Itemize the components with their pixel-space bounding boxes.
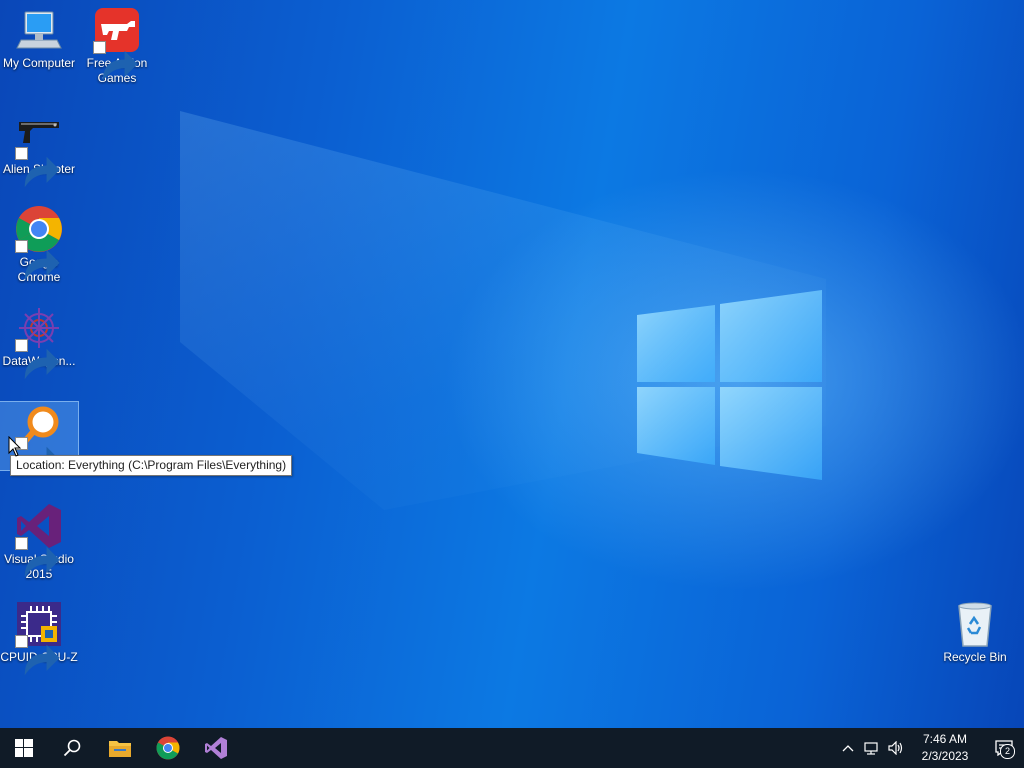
mouse-cursor-icon: [8, 436, 22, 457]
shortcut-arrow-icon: [15, 339, 60, 380]
recycle-bin-icon: [951, 600, 999, 648]
system-tray: 7:46 AM 2/3/2023 2: [836, 728, 1024, 768]
volume-button[interactable]: [884, 728, 908, 768]
desktop-icon-google-chrome[interactable]: Google Chrome: [0, 205, 78, 285]
taskbar-file-explorer[interactable]: [96, 728, 144, 768]
speaker-icon: [888, 741, 903, 755]
visual-studio-icon: [205, 737, 227, 759]
pistol-icon: [15, 112, 63, 188]
network-icon: [864, 742, 878, 755]
taskbar: 7:46 AM 2/3/2023 2: [0, 728, 1024, 768]
location-tooltip: Location: Everything (C:\Program Files\E…: [10, 455, 293, 476]
visual-studio-icon: [15, 502, 63, 578]
shortcut-arrow-icon: [15, 147, 60, 188]
search-button[interactable]: [48, 728, 96, 768]
desktop-icon-label: My Computer: [2, 56, 76, 70]
file-explorer-icon: [109, 741, 131, 757]
desktop-icon-free-action-games[interactable]: Free Action Games: [78, 6, 156, 86]
shortcut-arrow-icon: [93, 41, 138, 82]
desktop-icon-cpuid-cpu-z[interactable]: CPUID CPU-Z: [0, 600, 78, 676]
chevron-up-icon: [842, 745, 854, 752]
clock-time: 7:46 AM: [922, 732, 968, 746]
shortcut-arrow-icon: [15, 635, 60, 676]
notification-count-badge: 2: [1000, 744, 1015, 759]
action-center-button[interactable]: 2: [984, 728, 1024, 768]
shortcut-arrow-icon: [15, 537, 60, 578]
desktop-icon-alien-shooter[interactable]: Alien Shooter: [0, 112, 78, 188]
search-icon: [63, 739, 81, 757]
network-button[interactable]: [860, 728, 884, 768]
datawagon-icon: [15, 304, 63, 380]
magnifier-icon: [15, 402, 63, 478]
desktop-icon-my-computer[interactable]: My Computer: [0, 6, 78, 71]
chrome-icon: [156, 736, 180, 760]
gun-game-icon: [93, 6, 141, 82]
chrome-icon: [15, 205, 63, 281]
start-icon: [15, 739, 33, 757]
start-button[interactable]: [0, 728, 48, 768]
desktop-icon-label: Recycle Bin: [943, 650, 1007, 664]
taskbar-visual-studio[interactable]: [192, 728, 240, 768]
shortcut-arrow-icon: [15, 240, 60, 281]
cpu-z-icon: [15, 600, 63, 676]
computer-icon: [15, 6, 63, 54]
taskbar-chrome[interactable]: [144, 728, 192, 768]
show-hidden-icons-button[interactable]: [836, 728, 860, 768]
clock[interactable]: 7:46 AM 2/3/2023: [912, 731, 978, 765]
clock-date: 2/3/2023: [921, 749, 969, 763]
desktop-icon-recycle-bin[interactable]: Recycle Bin: [936, 600, 1014, 665]
desktop-icon-visual-studio-2015[interactable]: Visual Studio 2015: [0, 502, 78, 582]
windows-logo: [637, 290, 822, 480]
desktop[interactable]: My Computer Free Action Games Ali: [0, 0, 1024, 728]
desktop-icon-datawagon[interactable]: DataWagon...: [0, 304, 78, 380]
